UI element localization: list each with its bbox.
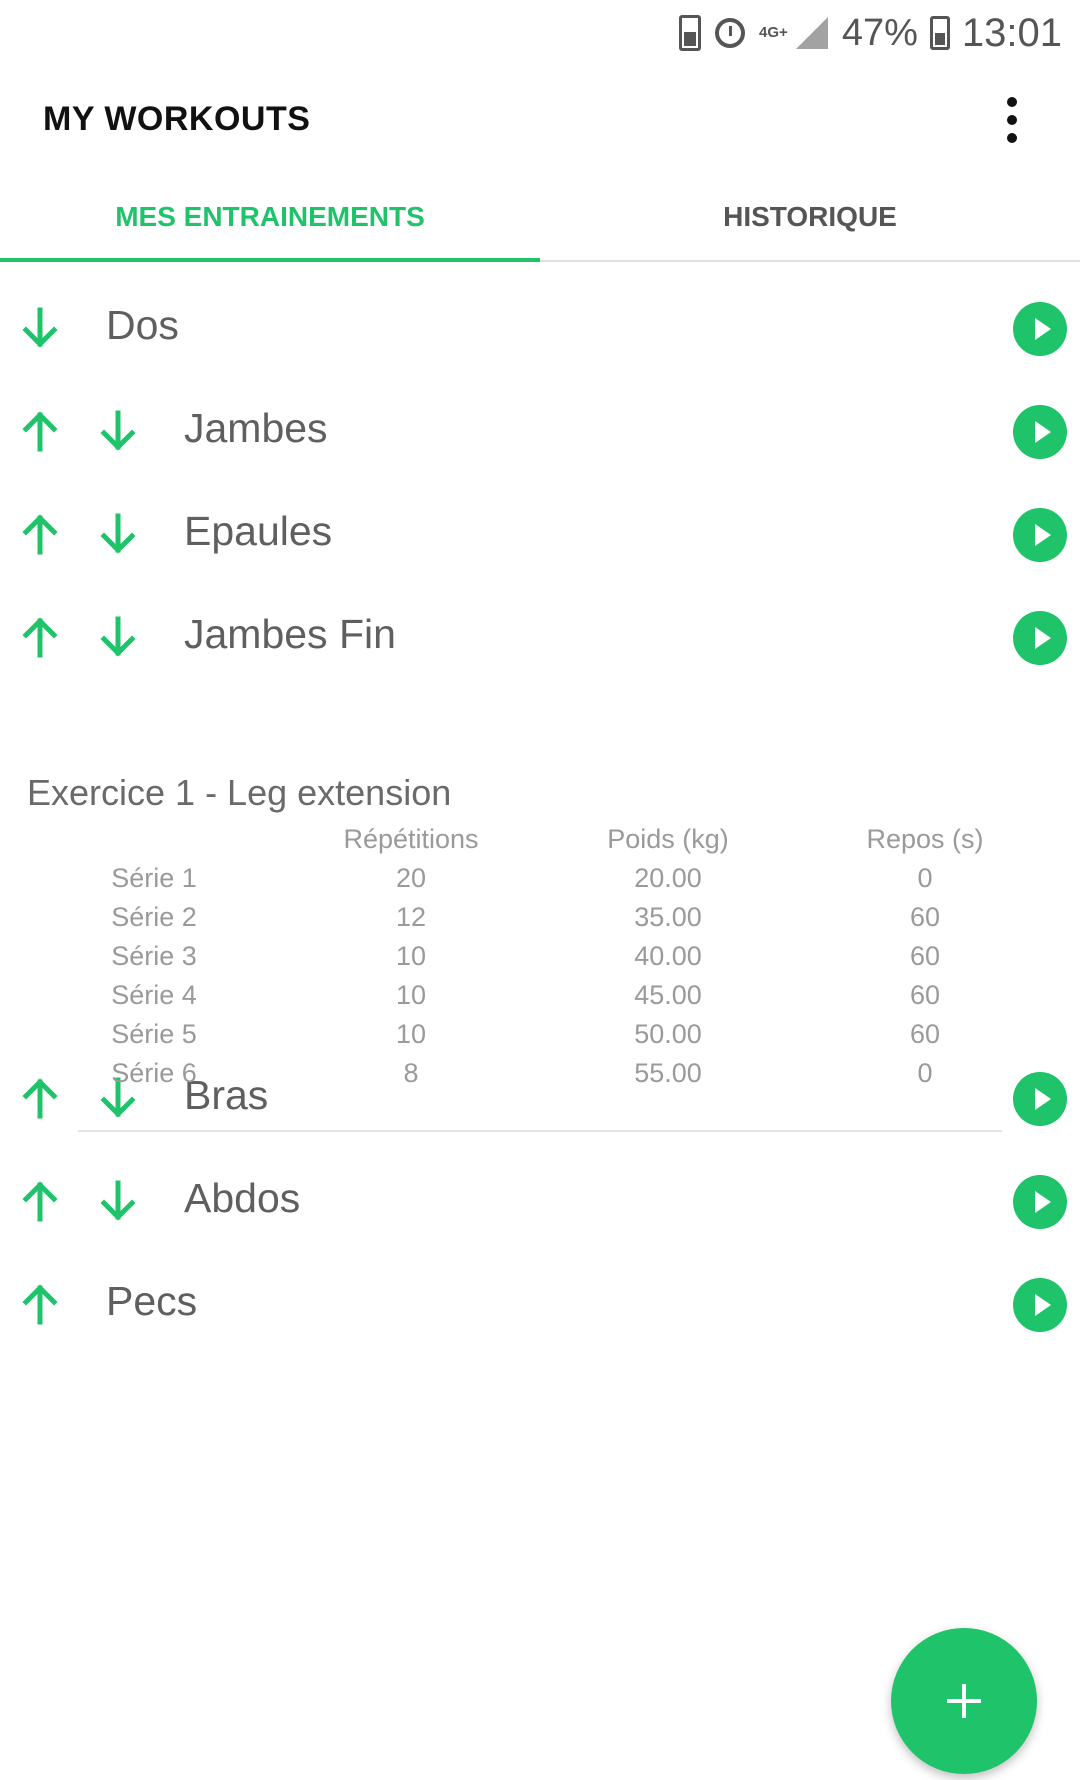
move-down-icon[interactable]: [94, 510, 142, 558]
table-cell: Série 1: [111, 863, 197, 893]
move-down-icon[interactable]: [94, 1177, 142, 1225]
workout-row[interactable]: Bras: [0, 1038, 1080, 1154]
table-header: Repos (s): [866, 824, 984, 854]
table-cell: 20: [395, 863, 427, 893]
table-cell: 60: [909, 980, 941, 1010]
move-down-icon[interactable]: [94, 407, 142, 455]
table-cell: Série 6: [111, 1058, 197, 1088]
exercise-title: Exercice 1 - Leg extension: [27, 772, 452, 813]
table-cell: 0: [917, 863, 933, 893]
table-cell: 60: [909, 902, 941, 932]
network-type: 4G+: [759, 24, 788, 41]
alarm-icon: [715, 18, 746, 48]
battery-icon: [929, 16, 950, 50]
app-title: MY WORKOUTS: [43, 100, 311, 138]
workout-row[interactable]: Jambes Fin: [0, 577, 1080, 693]
table-header: Poids (kg): [607, 824, 729, 854]
workout-row[interactable]: Pecs: [0, 1244, 1080, 1360]
battery-percent: 47%: [841, 11, 918, 54]
table-cell: 12: [395, 902, 427, 932]
status-icons: 4G+ 47% 13:01: [679, 8, 1062, 58]
more-options-button[interactable]: [994, 82, 1030, 158]
workout-name: Jambes: [184, 405, 328, 451]
table-cell: 20.00: [634, 863, 702, 893]
move-up-icon[interactable]: [16, 1280, 64, 1328]
move-up-icon[interactable]: [16, 510, 64, 558]
play-icon[interactable]: [1013, 508, 1067, 562]
table-cell: Série 3: [111, 941, 197, 971]
table-header: Répétitions: [343, 824, 479, 854]
workout-name: Jambes Fin: [184, 611, 396, 657]
workout-row[interactable]: Jambes: [0, 371, 1080, 487]
signal-icon: [795, 17, 828, 49]
play-icon[interactable]: [1013, 1278, 1067, 1332]
play-icon[interactable]: [1013, 302, 1067, 356]
move-down-icon[interactable]: [16, 304, 64, 352]
tab-historique[interactable]: HISTORIQUE: [540, 174, 1080, 260]
table-cell: 8: [403, 1058, 419, 1088]
table-cell: 60: [909, 941, 941, 971]
play-icon[interactable]: [1013, 611, 1067, 665]
divider: [78, 1130, 1002, 1132]
table-cell: 10: [395, 1019, 427, 1049]
move-up-icon[interactable]: [16, 613, 64, 661]
table-cell: 45.00: [634, 980, 702, 1010]
workout-name: Epaules: [184, 508, 333, 554]
overflow-dot-icon: [1007, 133, 1017, 143]
tab-bar: MES ENTRAINEMENTS HISTORIQUE: [0, 174, 1080, 262]
active-tab-indicator: [0, 258, 540, 262]
table-cell: Série 2: [111, 902, 197, 932]
play-icon[interactable]: [1013, 1175, 1067, 1229]
battery-saver-icon: [679, 15, 702, 51]
table-cell: 35.00: [634, 902, 702, 932]
table-cell: 10: [395, 980, 427, 1010]
workout-row[interactable]: Dos: [0, 268, 1080, 384]
move-up-icon[interactable]: [16, 407, 64, 455]
play-icon[interactable]: [1013, 405, 1067, 459]
move-down-icon[interactable]: [94, 613, 142, 661]
table-cell: 10: [395, 941, 427, 971]
clock: 13:01: [961, 10, 1062, 55]
app-bar: MY WORKOUTS: [0, 66, 1080, 174]
table-cell: 55.00: [634, 1058, 702, 1088]
overflow-dot-icon: [1007, 97, 1017, 107]
workout-name: Abdos: [184, 1175, 301, 1221]
add-workout-button[interactable]: [891, 1628, 1037, 1774]
move-up-icon[interactable]: [16, 1177, 64, 1225]
table-cell: 60: [909, 1019, 941, 1049]
table-cell: 0: [917, 1058, 933, 1088]
table-cell: 40.00: [634, 941, 702, 971]
status-bar: 4G+ 47% 13:01: [0, 0, 1080, 66]
table-cell: 50.00: [634, 1019, 702, 1049]
workout-row[interactable]: Epaules: [0, 474, 1080, 590]
workout-name: Pecs: [106, 1278, 198, 1324]
workout-row[interactable]: Abdos: [0, 1141, 1080, 1257]
table-cell: Série 5: [111, 1019, 197, 1049]
workout-name: Dos: [106, 302, 179, 348]
overflow-dot-icon: [1007, 115, 1017, 125]
tab-mes-entrainements[interactable]: MES ENTRAINEMENTS: [0, 174, 540, 260]
table-cell: Série 4: [111, 980, 197, 1010]
